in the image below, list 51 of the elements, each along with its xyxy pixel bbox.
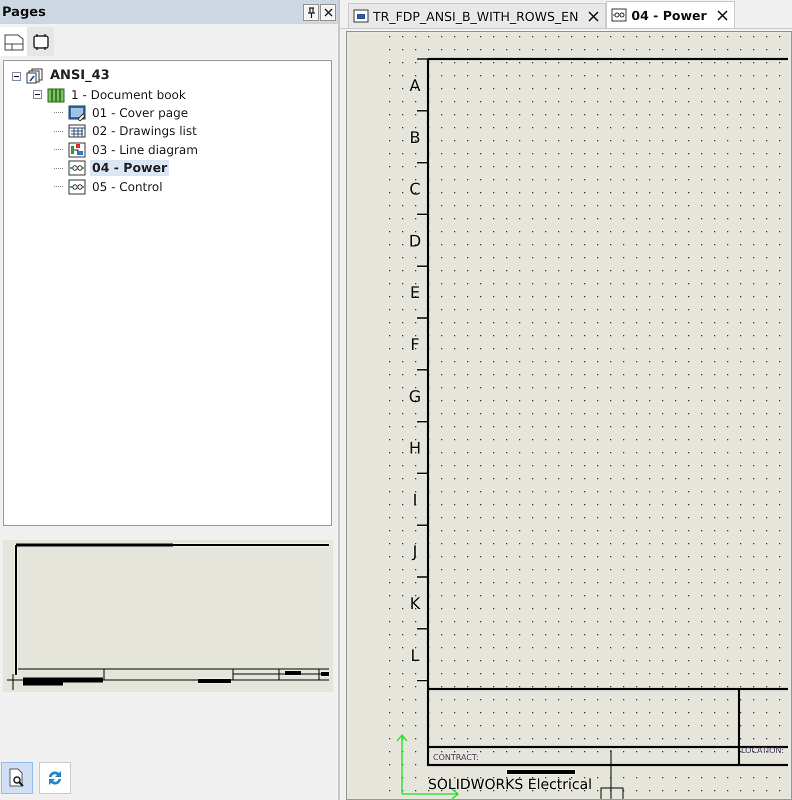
pin-button[interactable] bbox=[303, 4, 319, 20]
row-label: B bbox=[410, 128, 420, 147]
schematic-icon bbox=[68, 160, 86, 176]
tree-item[interactable]: 01 - Cover page bbox=[90, 104, 190, 121]
pages-view-tab[interactable] bbox=[0, 27, 27, 56]
frame-icon bbox=[30, 32, 50, 50]
close-icon[interactable] bbox=[716, 10, 728, 20]
contract-label: CONTRACT: bbox=[433, 753, 479, 762]
book-view-tab[interactable] bbox=[27, 27, 54, 56]
row-label: I bbox=[412, 490, 418, 510]
table-icon bbox=[68, 123, 86, 140]
row-label: E bbox=[410, 283, 420, 302]
tree-item[interactable]: 05 - Control bbox=[90, 178, 165, 195]
product-label: SOLIDWORKS Electrical bbox=[428, 777, 592, 793]
pages-stack-icon bbox=[26, 68, 44, 84]
row-label: L bbox=[410, 646, 420, 665]
row-label: K bbox=[410, 594, 420, 613]
panel-title: Pages bbox=[2, 4, 46, 20]
page-layout-icon bbox=[4, 32, 24, 50]
preview-button[interactable] bbox=[1, 762, 33, 794]
tree-item[interactable]: 04 - Power bbox=[90, 160, 170, 176]
table-icon bbox=[353, 9, 369, 23]
tree-item[interactable]: 1 - Document book bbox=[69, 86, 188, 103]
row-label: C bbox=[409, 180, 421, 199]
line-diagram-icon bbox=[68, 142, 86, 158]
collapse-toggle[interactable] bbox=[12, 72, 21, 81]
row-label: J bbox=[412, 542, 418, 562]
tree-item[interactable]: 02 - Drawings list bbox=[90, 123, 199, 140]
document-tab[interactable]: 04 - Power bbox=[606, 1, 735, 28]
document-search-icon bbox=[8, 768, 26, 788]
book-icon bbox=[47, 86, 65, 103]
document-tab[interactable]: TR_FDP_ANSI_B_WITH_ROWS_EN bbox=[348, 3, 606, 28]
connection-symbol bbox=[600, 750, 624, 799]
tree-item[interactable]: 03 - Line diagram bbox=[90, 142, 200, 158]
close-icon[interactable] bbox=[588, 10, 600, 22]
row-label: D bbox=[408, 231, 422, 250]
refresh-button[interactable] bbox=[39, 762, 71, 794]
row-label: F bbox=[410, 335, 420, 354]
schematic-icon bbox=[611, 8, 628, 22]
row-label: A bbox=[410, 76, 420, 95]
close-button[interactable] bbox=[320, 4, 336, 20]
row-label: H bbox=[408, 438, 422, 458]
cover-page-icon bbox=[68, 104, 86, 121]
redacted-bar bbox=[507, 770, 575, 774]
row-label: G bbox=[408, 386, 422, 406]
close-icon bbox=[324, 8, 332, 16]
schematic-icon bbox=[68, 178, 86, 195]
tree-item[interactable]: ANSI_43 bbox=[48, 68, 112, 84]
collapse-toggle[interactable] bbox=[33, 90, 42, 100]
pin-icon bbox=[306, 6, 316, 18]
location-label: LOCATION: bbox=[741, 746, 784, 755]
